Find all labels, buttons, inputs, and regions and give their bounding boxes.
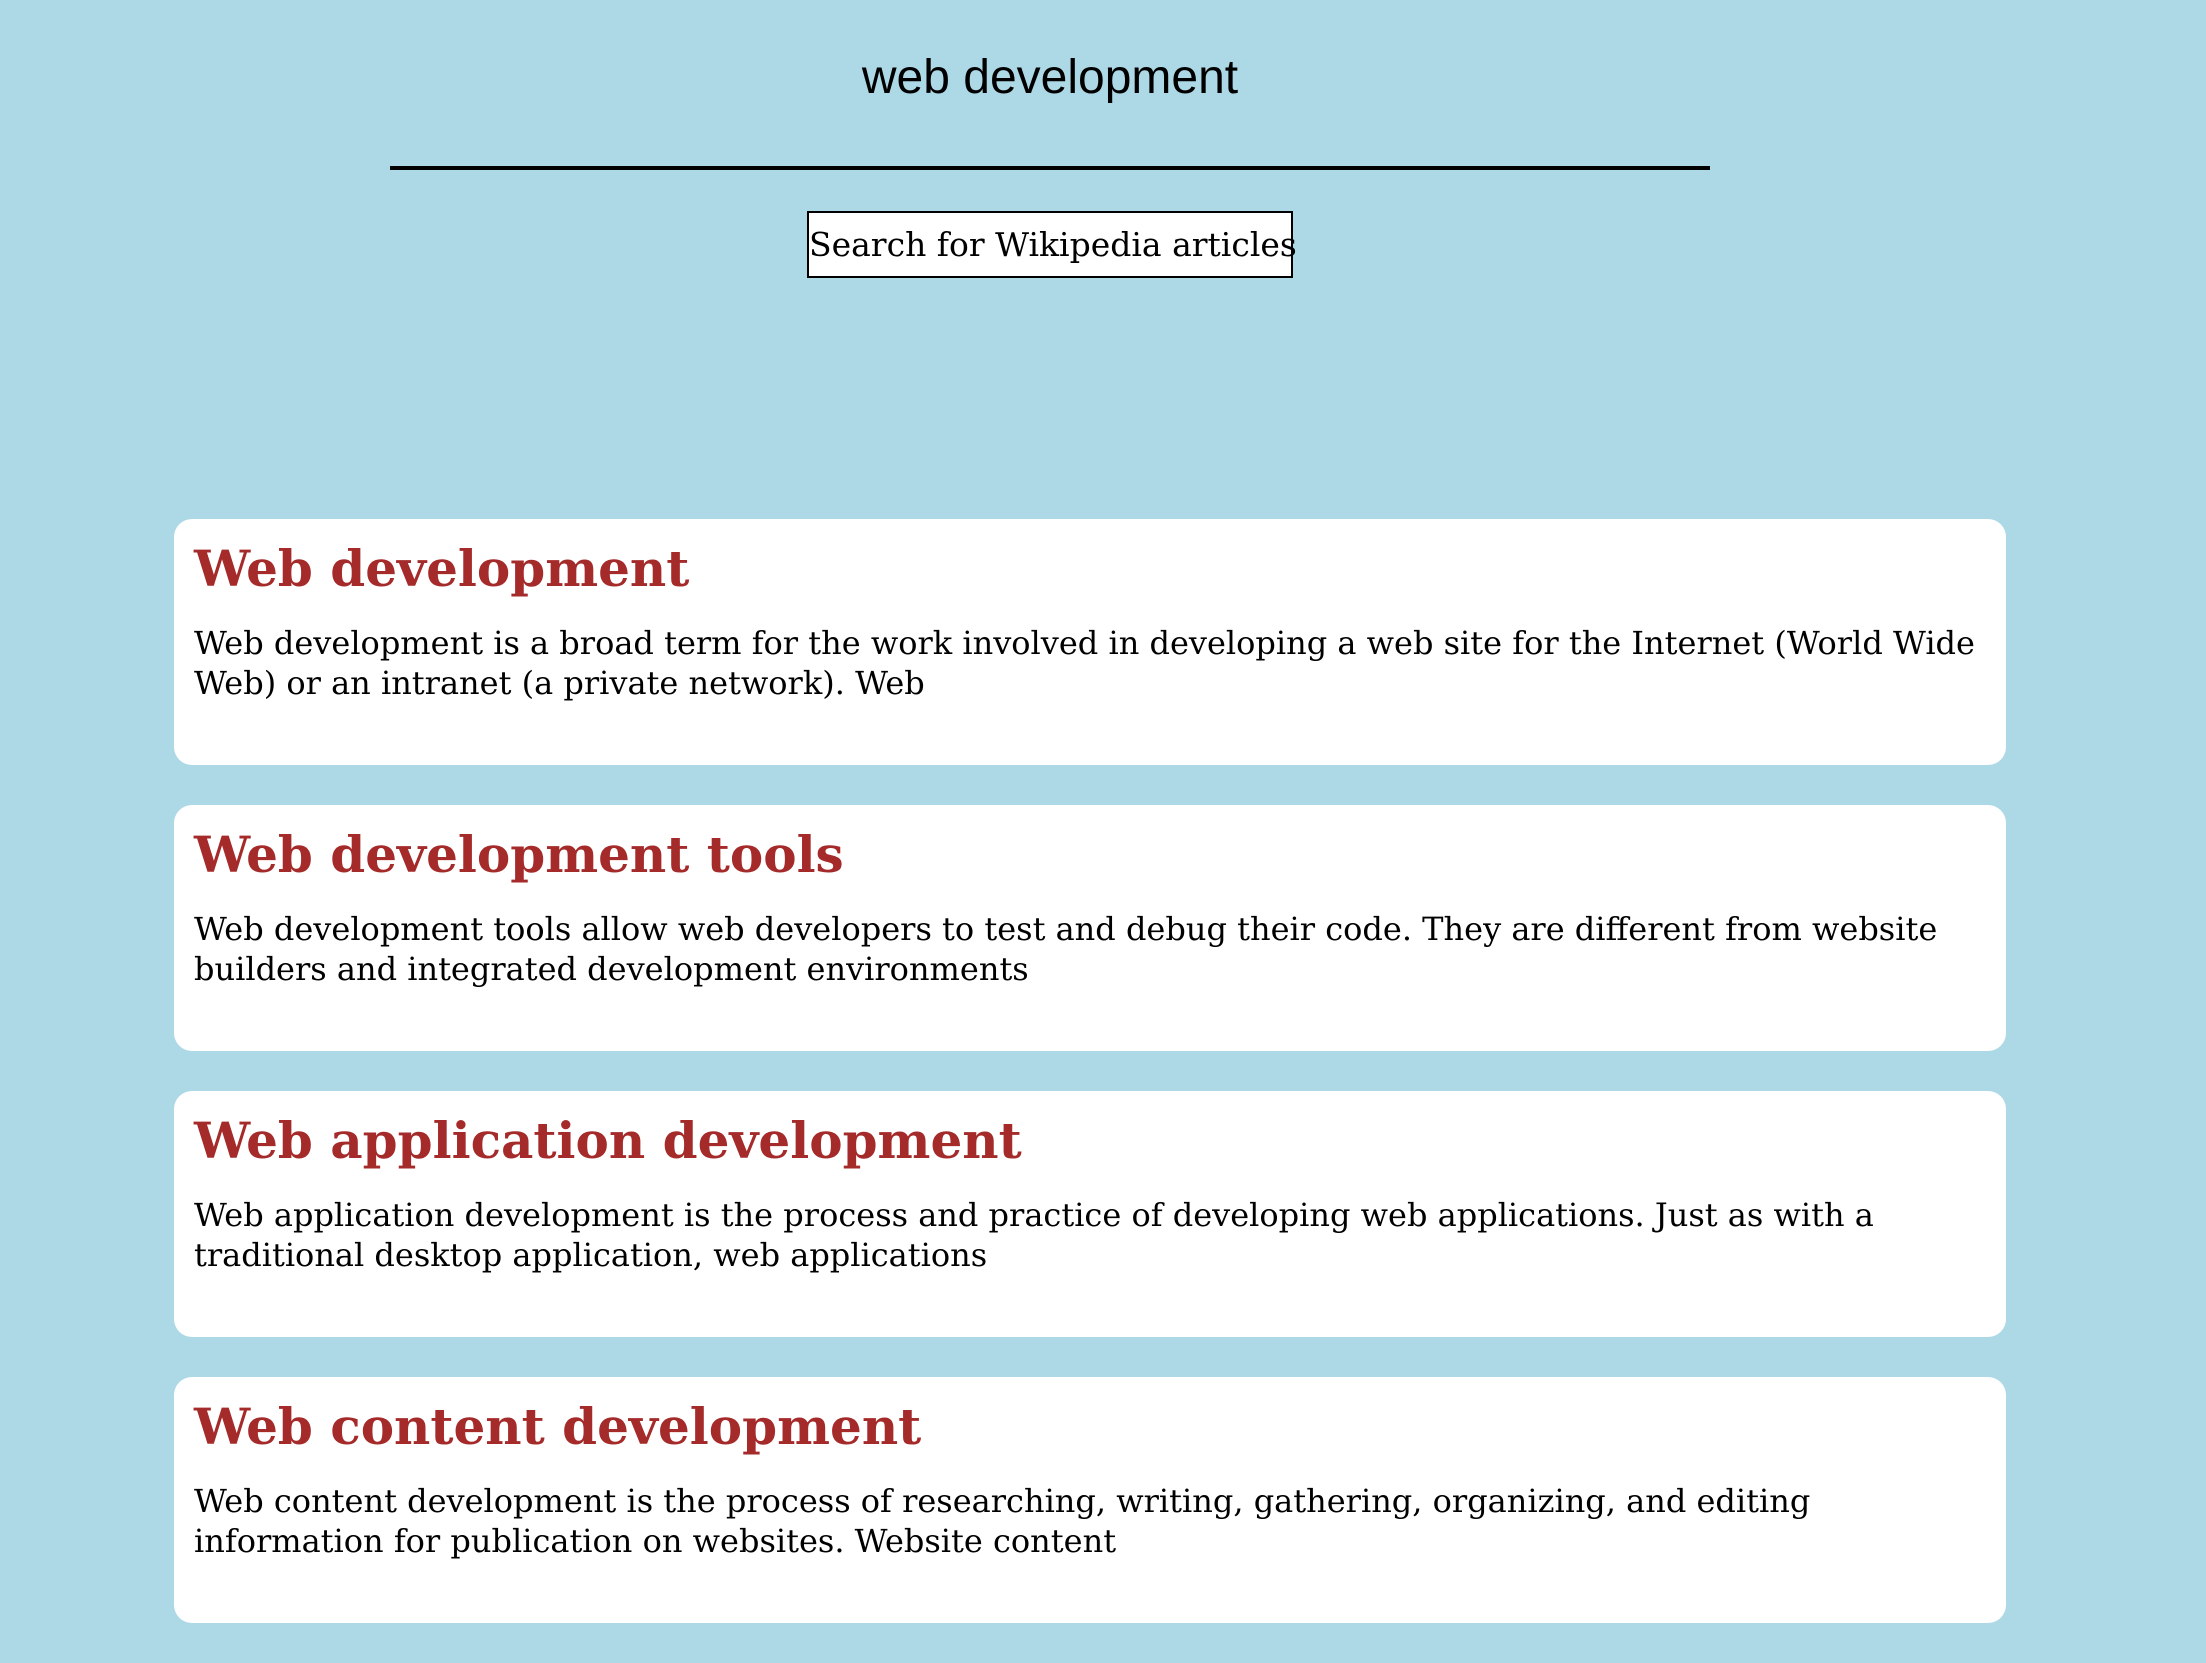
result-snippet: Web development tools allow web develope…	[194, 910, 1938, 988]
result-title[interactable]: Web development	[194, 537, 1986, 601]
result-card[interactable]: Web development tools Web development to…	[174, 805, 2006, 1051]
search-wikipedia-button[interactable]: Search for Wikipedia articles	[807, 211, 1297, 278]
result-card[interactable]: Web application development Web applicat…	[174, 1091, 2006, 1337]
search-input[interactable]	[390, 40, 1710, 170]
search-area: Search for Wikipedia articles	[0, 0, 2206, 300]
result-snippet: Web content development is the process o…	[194, 1482, 1811, 1560]
result-card[interactable]: Web content development Web content deve…	[174, 1377, 2006, 1623]
result-title[interactable]: Web development tools	[194, 823, 1986, 887]
results-list: Web development Web development is a bro…	[174, 519, 2006, 1663]
result-title[interactable]: Web application development	[194, 1109, 1986, 1173]
result-title[interactable]: Web content development	[194, 1395, 1986, 1459]
result-card[interactable]: Web development Web development is a bro…	[174, 519, 2006, 765]
result-snippet: Web development is a broad term for the …	[194, 624, 1975, 702]
result-snippet: Web application development is the proce…	[194, 1196, 1874, 1274]
